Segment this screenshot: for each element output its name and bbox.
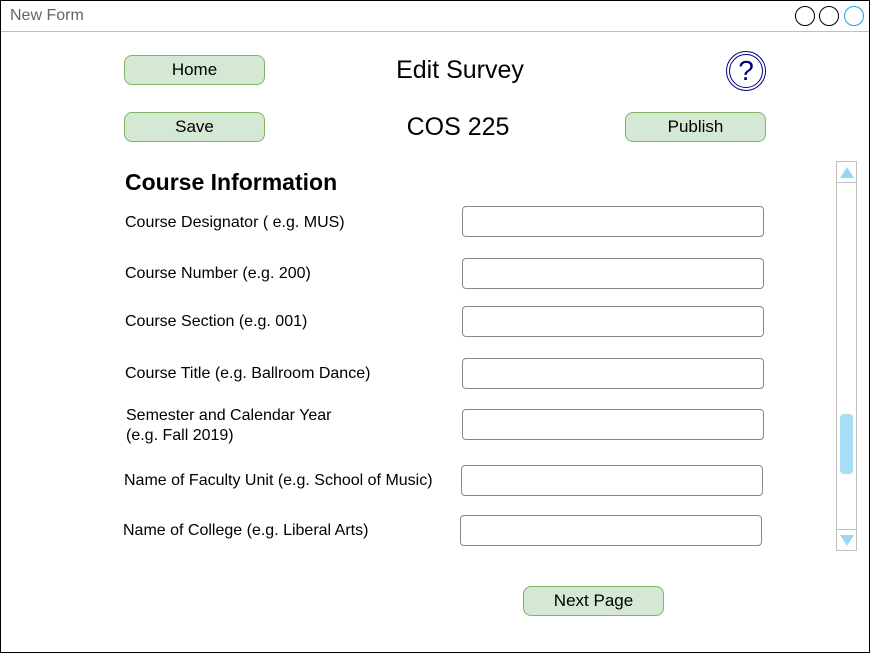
college-input[interactable] (460, 515, 762, 546)
publish-button[interactable]: Publish (625, 112, 766, 142)
course-title-input[interactable] (462, 358, 764, 389)
save-button[interactable]: Save (124, 112, 265, 142)
scroll-thumb[interactable] (840, 414, 853, 474)
course-number-label: Course Number (e.g. 200) (125, 265, 311, 282)
vertical-scrollbar[interactable] (836, 161, 857, 551)
window-control-3[interactable] (844, 6, 864, 26)
section-title: Course Information (125, 169, 338, 195)
faculty-unit-label: Name of Faculty Unit (e.g. School of Mus… (124, 472, 433, 489)
course-code: COS 225 (406, 113, 510, 141)
title-bar: New Form (1, 1, 869, 32)
scroll-down-icon[interactable] (840, 535, 854, 546)
home-button[interactable]: Home (124, 55, 265, 85)
window-control-2[interactable] (819, 6, 839, 26)
window-control-1[interactable] (795, 6, 815, 26)
window-title: New Form (10, 7, 84, 24)
next-page-button[interactable]: Next Page (523, 586, 664, 616)
course-section-input[interactable] (462, 306, 764, 337)
semester-year-label-line1: Semester and Calendar Year (126, 407, 332, 424)
help-icon: ? (729, 54, 763, 88)
course-designator-label: Course Designator ( e.g. MUS) (125, 214, 345, 231)
course-designator-input[interactable] (462, 206, 764, 237)
college-label: Name of College (e.g. Liberal Arts) (123, 522, 369, 539)
semester-year-input[interactable] (462, 409, 764, 440)
help-button[interactable]: ? (726, 51, 766, 91)
course-section-label: Course Section (e.g. 001) (125, 313, 308, 330)
faculty-unit-input[interactable] (461, 465, 763, 496)
scroll-up-icon[interactable] (840, 167, 854, 178)
form-window: New Form Home Edit Survey ? Save COS 225… (0, 0, 870, 653)
scroll-down-divider (837, 529, 856, 530)
semester-year-label-line2: (e.g. Fall 2019) (126, 427, 234, 444)
course-number-input[interactable] (462, 258, 764, 289)
semester-year-label: Semester and Calendar Year (e.g. Fall 20… (126, 406, 331, 446)
page-title: Edit Survey (396, 56, 524, 84)
scroll-up-divider (837, 182, 856, 183)
course-title-label: Course Title (e.g. Ballroom Dance) (125, 365, 371, 382)
